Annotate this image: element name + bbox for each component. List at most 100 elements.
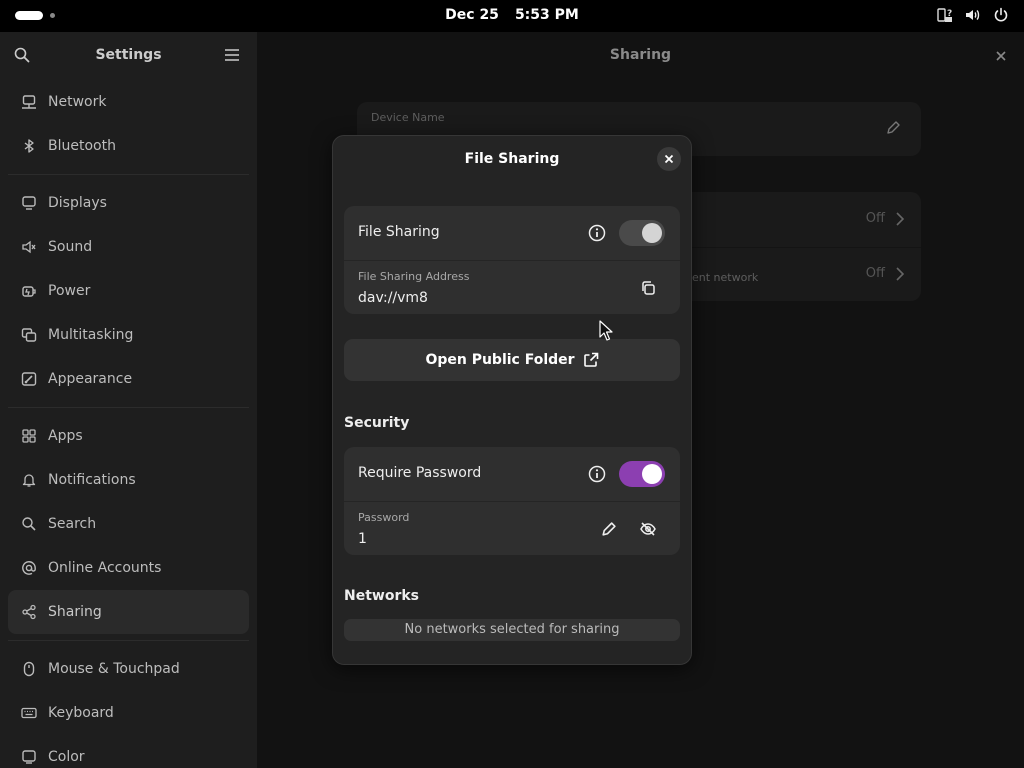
- file-sharing-label: File Sharing: [358, 224, 440, 240]
- file-sharing-toggle-row[interactable]: File Sharing: [344, 206, 680, 260]
- sidebar-item-label: Displays: [48, 195, 107, 211]
- sound-icon: [20, 239, 37, 256]
- require-password-switch[interactable]: [619, 461, 665, 487]
- sidebar-item-multitasking[interactable]: Multitasking: [8, 313, 249, 357]
- apps-grid-icon: [20, 428, 37, 445]
- sidebar-item-label: Online Accounts: [48, 560, 162, 576]
- sidebar-item-sharing[interactable]: Sharing: [8, 590, 249, 634]
- edit-device-name-icon[interactable]: [885, 120, 901, 140]
- sidebar-item-power[interactable]: Power: [8, 269, 249, 313]
- volume-icon[interactable]: [964, 6, 982, 24]
- networks-heading: Networks: [344, 588, 420, 604]
- search-icon[interactable]: [13, 46, 31, 68]
- dialog-title: File Sharing: [464, 151, 560, 167]
- media-sharing-subtitle: ent network: [692, 271, 759, 284]
- sidebar-item-label: Sharing: [48, 604, 102, 620]
- sidebar-item-label: Sound: [48, 239, 93, 255]
- require-password-row[interactable]: Require Password: [344, 447, 680, 501]
- sidebar-item-label: Appearance: [48, 371, 133, 387]
- power-icon[interactable]: [992, 6, 1010, 24]
- sidebar-item-notifications[interactable]: Notifications: [8, 458, 249, 502]
- mouse-cursor-icon: [599, 320, 613, 341]
- sidebar-divider: [8, 640, 249, 641]
- switch-knob: [642, 464, 662, 484]
- close-icon: [664, 154, 674, 164]
- sidebar-item-apps[interactable]: Apps: [8, 414, 249, 458]
- sidebar-item-label: Notifications: [48, 472, 136, 488]
- sidebar-item-mouse-touchpad[interactable]: Mouse & Touchpad: [8, 647, 249, 691]
- sidebar-item-label: Power: [48, 283, 91, 299]
- toggle-password-visibility-button[interactable]: [636, 517, 660, 541]
- top-bar: Dec 25 5:53 PM ?: [0, 0, 1024, 32]
- media-sharing-status: Off: [865, 266, 885, 281]
- keyboard-icon: [20, 705, 37, 722]
- mouse-icon: [20, 661, 37, 678]
- hamburger-menu-icon[interactable]: [223, 46, 241, 68]
- password-value: 1: [358, 531, 367, 547]
- bell-icon: [20, 472, 37, 489]
- eye-hidden-icon: [640, 522, 656, 536]
- copy-icon: [642, 281, 655, 295]
- external-link-icon: [583, 352, 598, 367]
- sidebar-item-appearance[interactable]: Appearance: [8, 357, 249, 401]
- info-icon[interactable]: [587, 223, 607, 243]
- edit-password-button[interactable]: [596, 517, 620, 541]
- security-heading: Security: [344, 415, 410, 431]
- sidebar-divider: [8, 174, 249, 175]
- networks-empty-state: No networks selected for sharing: [344, 619, 680, 641]
- chevron-right-icon: [895, 211, 905, 231]
- password-row: Password 1: [344, 501, 680, 555]
- clock-date[interactable]: Dec 25: [445, 7, 499, 23]
- multitasking-icon: [20, 327, 37, 344]
- sidebar-item-bluetooth[interactable]: Bluetooth: [8, 124, 249, 168]
- sidebar-item-sound[interactable]: Sound: [8, 225, 249, 269]
- info-icon[interactable]: [587, 464, 607, 484]
- network-icon: [20, 94, 37, 111]
- file-sharing-switch[interactable]: [619, 220, 665, 246]
- at-sign-icon: [20, 560, 37, 577]
- workspace-indicator-active: [15, 11, 43, 20]
- display-icon: [20, 195, 37, 212]
- page-title: Sharing: [609, 47, 672, 63]
- workspace-indicator: [50, 13, 55, 18]
- clock-time[interactable]: 5:53 PM: [515, 7, 579, 23]
- copy-address-button[interactable]: [636, 276, 660, 300]
- device-name-label: Device Name: [371, 111, 445, 124]
- sidebar-item-network[interactable]: Network: [8, 80, 249, 124]
- sidebar-item-displays[interactable]: Displays: [8, 181, 249, 225]
- switch-knob: [642, 223, 662, 243]
- chevron-right-icon: [895, 266, 905, 286]
- appearance-icon: [20, 371, 37, 388]
- pencil-icon: [601, 521, 616, 536]
- activities-button[interactable]: [15, 11, 55, 20]
- sidebar-item-online-accounts[interactable]: Online Accounts: [8, 546, 249, 590]
- file-sharing-dialog: File Sharing File Sharing File Sharing A…: [332, 135, 692, 665]
- sidebar-item-search[interactable]: Search: [8, 502, 249, 546]
- close-window-icon[interactable]: [991, 46, 1011, 66]
- close-dialog-button[interactable]: [657, 147, 681, 171]
- clock: Dec 25 5:53 PM: [0, 7, 1024, 23]
- file-sharing-group: File Sharing File Sharing Address dav://…: [344, 206, 680, 314]
- address-label: File Sharing Address: [358, 270, 470, 283]
- file-sharing-address-row: File Sharing Address dav://vm8: [344, 260, 680, 314]
- sidebar-item-label: Network: [48, 94, 107, 110]
- sidebar-item-label: Mouse & Touchpad: [48, 661, 180, 677]
- sidebar-item-label: Bluetooth: [48, 138, 116, 154]
- sidebar-item-label: Color: [48, 749, 85, 765]
- sidebar-item-keyboard[interactable]: Keyboard: [8, 691, 249, 735]
- sidebar-item-color[interactable]: Color: [8, 735, 249, 768]
- sidebar-item-label: Keyboard: [48, 705, 114, 721]
- search-icon: [20, 516, 37, 533]
- require-password-label: Require Password: [358, 465, 482, 481]
- open-public-folder-button[interactable]: Open Public Folder: [344, 339, 680, 381]
- address-value: dav://vm8: [358, 290, 428, 306]
- sidebar-divider: [8, 407, 249, 408]
- sidebar-item-label: Apps: [48, 428, 83, 444]
- system-tray[interactable]: ?: [936, 6, 1010, 24]
- file-sharing-status: Off: [865, 211, 885, 226]
- open-public-folder-label: Open Public Folder: [425, 352, 575, 368]
- settings-sidebar: Settings Network Bluetooth Displays Soun…: [0, 32, 257, 768]
- sidebar-item-label: Multitasking: [48, 327, 134, 343]
- password-label: Password: [358, 511, 410, 524]
- accessibility-icon[interactable]: ?: [936, 6, 954, 24]
